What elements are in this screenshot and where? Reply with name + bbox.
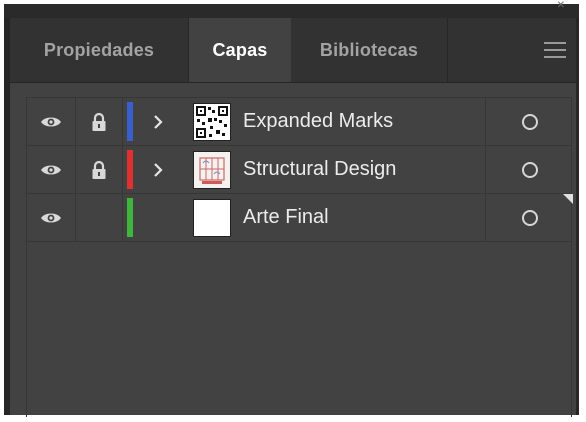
layer-color-bar (127, 102, 133, 141)
lock-icon (92, 160, 106, 179)
layer-thumbnail (192, 146, 232, 193)
target-circle-icon (521, 113, 538, 130)
layer-color-bar (127, 198, 133, 237)
layers-panel-window: ✕ Propiedades Capas Bibliotecas Expanded… (4, 0, 579, 417)
layer-row[interactable]: Expanded Marks (27, 98, 571, 146)
eye-icon (41, 117, 61, 126)
target-toggle[interactable] (485, 194, 573, 241)
layers-panel-content: Expanded Marks Structural Design Arte Fi… (10, 83, 576, 417)
hamburger-menu-icon[interactable] (544, 42, 566, 58)
blank-thumbnail (193, 198, 231, 237)
panel-top-strip: ✕ (4, 0, 579, 18)
tab-capas[interactable]: Capas (189, 18, 291, 82)
expand-chevron-icon[interactable] (145, 98, 171, 145)
tab-bibliotecas[interactable]: Bibliotecas (291, 18, 448, 82)
screenshot-frame: ✕ Propiedades Capas Bibliotecas Expanded… (0, 0, 586, 422)
panel-tab-bar: Propiedades Capas Bibliotecas (10, 18, 576, 83)
current-layer-indicator-icon (563, 194, 573, 204)
target-circle-icon (521, 161, 538, 178)
layers-list: Expanded Marks Structural Design Arte Fi… (26, 97, 573, 417)
target-toggle[interactable] (485, 98, 573, 145)
close-panel-icon[interactable]: ✕ (557, 0, 565, 11)
lock-toggle[interactable] (76, 98, 123, 145)
layer-color-bar (127, 150, 133, 189)
eye-icon (41, 213, 61, 222)
layer-row[interactable]: Arte Final (27, 194, 573, 242)
visibility-toggle[interactable] (27, 194, 76, 241)
qr-code-thumbnail (193, 102, 231, 141)
lock-icon (92, 112, 106, 131)
lock-toggle[interactable] (76, 146, 123, 193)
eye-icon (41, 165, 61, 174)
layer-thumbnail (192, 194, 232, 241)
target-circle-icon (521, 209, 538, 226)
layer-name[interactable]: Expanded Marks (243, 98, 483, 145)
layer-name[interactable]: Structural Design (243, 146, 483, 193)
layer-name[interactable]: Arte Final (243, 194, 483, 241)
tab-propiedades[interactable]: Propiedades (10, 18, 189, 82)
right-dock-edge (576, 18, 579, 415)
layer-row[interactable]: Structural Design (27, 146, 571, 194)
visibility-toggle[interactable] (27, 146, 76, 193)
lock-toggle-empty[interactable] (76, 194, 123, 241)
target-toggle[interactable] (485, 146, 573, 193)
layer-thumbnail (192, 98, 232, 145)
visibility-toggle[interactable] (27, 98, 76, 145)
structural-design-thumbnail (193, 150, 231, 189)
expand-chevron-icon[interactable] (145, 146, 171, 193)
